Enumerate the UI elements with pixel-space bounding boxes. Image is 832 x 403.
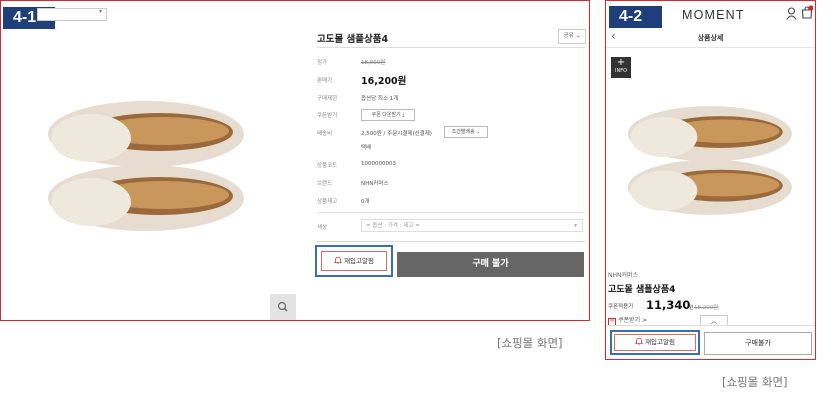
caption: [쇼핑몰 화면] (722, 375, 788, 389)
bell-icon (634, 337, 644, 345)
restock-label: 재입고알림 (344, 257, 374, 265)
buy-unavailable-button[interactable]: 구매 불가 (397, 252, 584, 277)
page-title: 상품상세 (697, 34, 724, 42)
info-button[interactable]: + INFO (611, 57, 631, 78)
product-image (48, 101, 244, 231)
mobile-product-panel: 4-2 MOMENT ‹ 상품상세 + INFO NHN커머스 고도몰 샘플상품… (605, 0, 816, 360)
conditional-shipping-button[interactable]: 조건별배송 ⌄ (444, 126, 488, 138)
row-label-shipping: 배송비 (317, 131, 333, 137)
restock-alert-highlight: 재입고알림 (610, 330, 700, 355)
bell-icon (333, 256, 343, 264)
chevron-down-icon: ▾ (98, 8, 102, 15)
sale-price-value: 16,200원 (361, 76, 407, 87)
user-icon[interactable] (786, 7, 797, 20)
desktop-product-panel: 4-1 ▾ 고도몰 샘플상품4 공유 ⌄ 정가 18,000원 판매가 16,2… (0, 0, 590, 321)
divider (606, 325, 815, 326)
mobile-subheader: ‹ 상품상세 (606, 29, 815, 48)
color-option-select[interactable]: = 옵션 : 가격 : 재고 = ▾ (361, 219, 583, 232)
product-image (627, 106, 792, 215)
coupon-download-button[interactable]: 쿠폰 다운받기 ⤓ (361, 109, 415, 121)
brand-logo[interactable]: MOMENT (682, 8, 745, 22)
caption: [쇼핑몰 화면] (497, 336, 563, 350)
info-label: INFO (614, 68, 628, 74)
price-row: 쿠폰적용가 11,340 원 18,200원 (608, 298, 808, 312)
row-label-brand: 브랜드 (317, 181, 333, 187)
row-label-coupon: 쿠폰받기 (317, 113, 338, 119)
zoom-button[interactable] (270, 294, 296, 320)
restock-alert-highlight: 재입고알림 (315, 245, 393, 277)
row-label-sale-price: 판매가 (317, 78, 333, 84)
buy-unavailable-button[interactable]: 구매불가 (704, 332, 812, 355)
coupon-link-label: 쿠폰받기 > (618, 317, 648, 324)
chevron-down-icon: ▾ (574, 223, 577, 229)
original-price: 18,200원 (694, 305, 719, 311)
divider (317, 241, 585, 242)
seller-name: NHN커머스 (608, 272, 639, 279)
brand-value: NHN커머스 (361, 181, 389, 187)
divider (317, 47, 585, 48)
list-price-value: 18,000원 (361, 60, 386, 66)
row-label-purchase-limit: 구매제한 (317, 96, 338, 102)
row-label-stock: 상품재고 (317, 199, 338, 205)
product-code-value: 1000000003 (361, 161, 396, 167)
share-button[interactable]: 공유 ⌄ (558, 29, 586, 44)
coupon-price-value: 11,340 (646, 298, 691, 312)
purchase-limit-value: 옵션당 최소 1개 (361, 96, 399, 102)
shipping-method-value: 택배 (361, 145, 372, 151)
restock-label: 재입고알림 (645, 338, 675, 346)
restock-alert-button[interactable]: 재입고알림 (321, 251, 387, 271)
row-label-list-price: 정가 (317, 60, 328, 66)
panel-badge: 4-2 (609, 6, 662, 28)
option-placeholder: = 옵션 : 가격 : 재고 = (366, 223, 420, 229)
stock-value: 0개 (361, 199, 370, 205)
row-label-color: 색상 (317, 225, 328, 231)
search-icon (277, 301, 288, 312)
plus-icon: + (616, 57, 626, 68)
mini-select[interactable]: ▾ (37, 8, 107, 21)
shipping-value: 2,500원 / 주문시결제(선결제) (361, 131, 432, 137)
divider (317, 212, 585, 213)
coupon-price-label: 쿠폰적용가 (608, 304, 634, 310)
price-unit: 원 (689, 305, 694, 311)
restock-alert-button[interactable]: 재입고알림 (614, 334, 696, 351)
product-title: 고도몰 샘플상품4 (608, 285, 676, 295)
product-title: 고도몰 샘플상품4 (317, 34, 389, 45)
cart-icon[interactable] (801, 5, 813, 19)
row-label-product-code: 상품코드 (317, 163, 338, 169)
